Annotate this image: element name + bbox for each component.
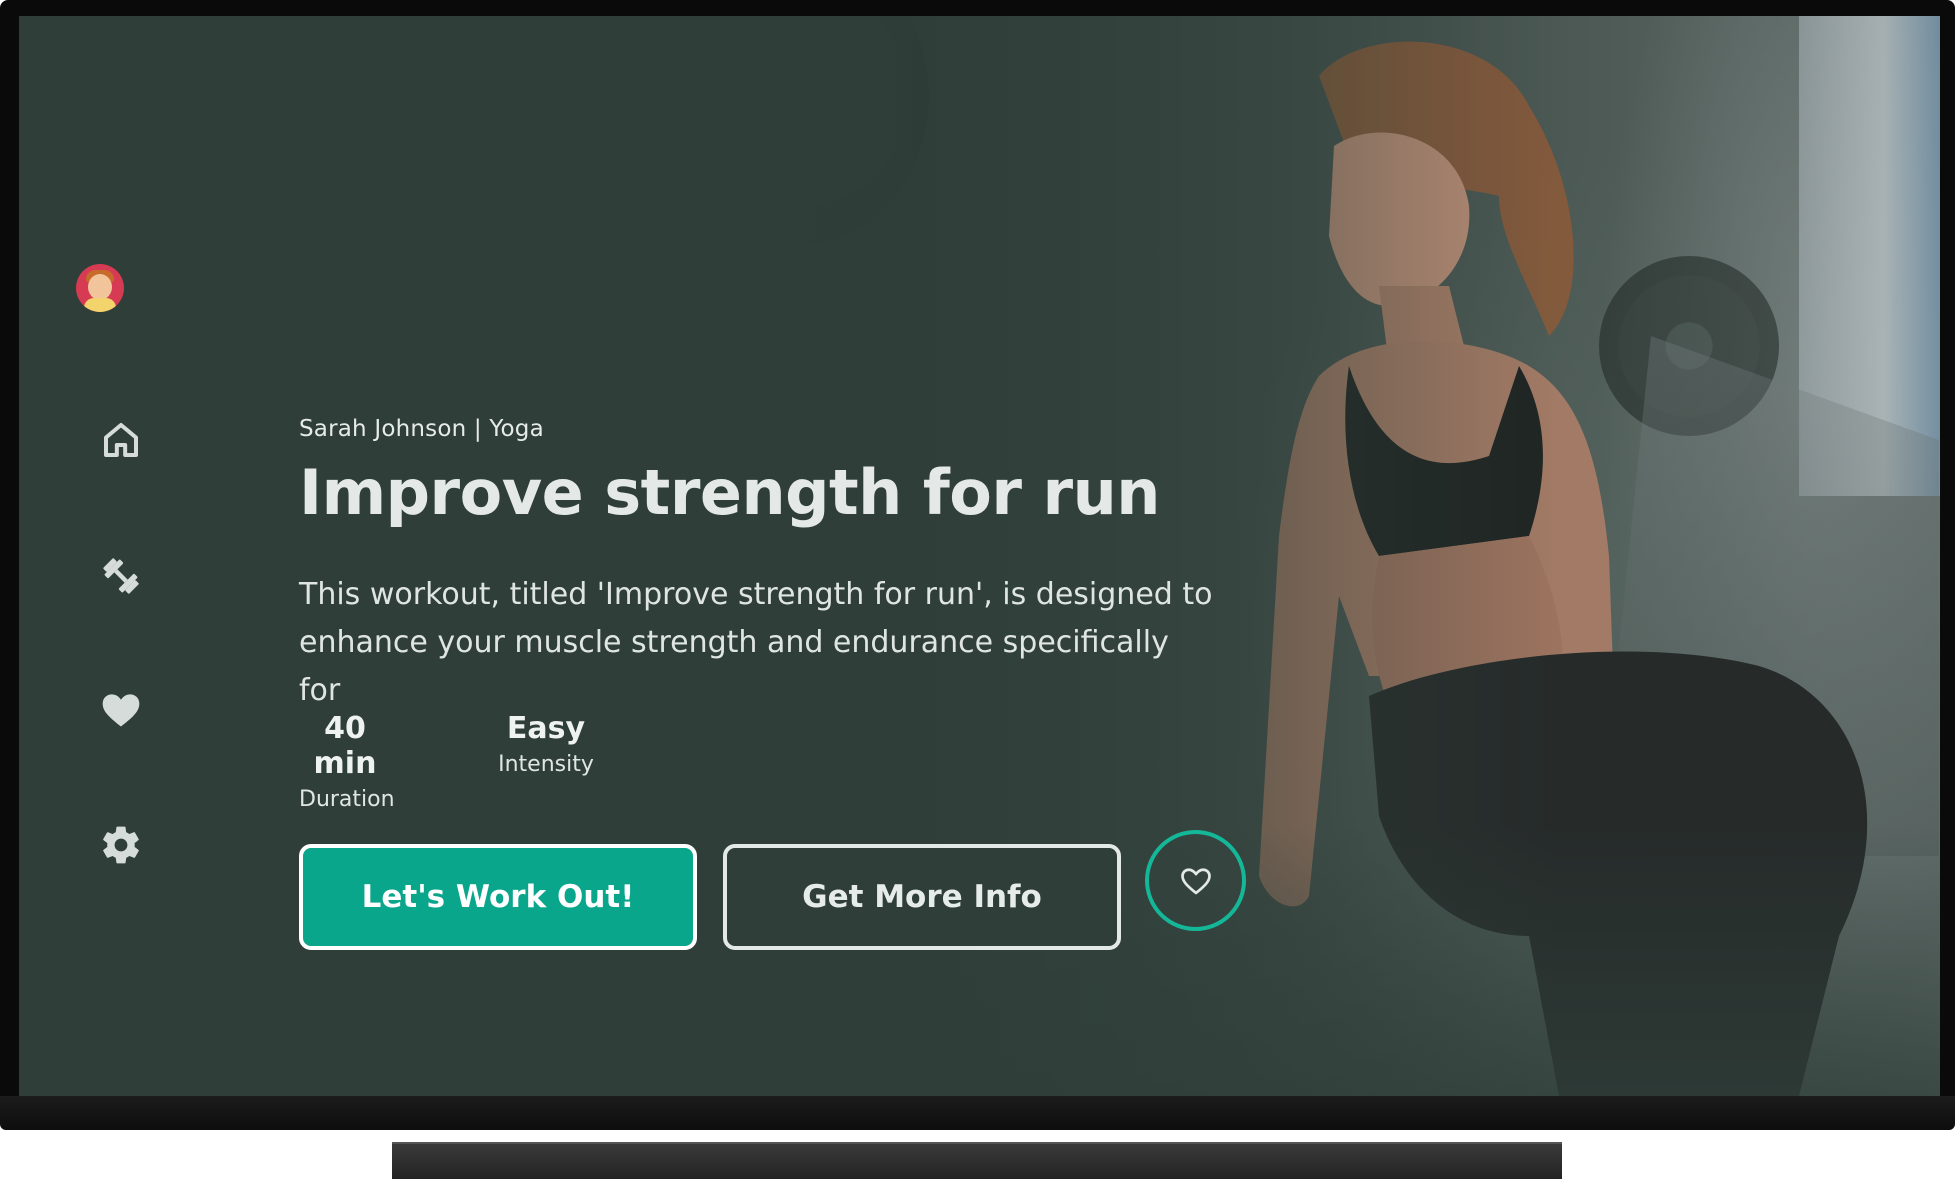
more-info-button[interactable]: Get More Info xyxy=(723,844,1121,950)
workout-description: This workout, titled 'Improve strength f… xyxy=(299,577,1213,708)
page-title: Improve strength for run xyxy=(299,456,1160,529)
favorite-button[interactable] xyxy=(1145,830,1246,931)
home-icon xyxy=(104,423,138,457)
sidebar-item-favorites[interactable] xyxy=(79,668,163,752)
stat-label: Intensity xyxy=(498,752,594,777)
avatar-shirt xyxy=(84,298,116,312)
stat-duration: 40 min Duration xyxy=(299,711,395,812)
heart-outline-icon xyxy=(1180,867,1211,894)
stat-value: Easy xyxy=(506,711,586,746)
stat-intensity: Easy Intensity xyxy=(496,711,596,777)
sidebar-item-home[interactable] xyxy=(79,398,163,482)
tv-screen: Sarah Johnson | Yoga Improve strength fo… xyxy=(19,16,1940,1096)
tv-chin xyxy=(0,1096,1955,1130)
heart-icon xyxy=(102,694,140,727)
sidebar-item-settings[interactable] xyxy=(79,803,163,887)
stat-value: 40 min xyxy=(313,711,377,781)
avatar-face xyxy=(88,274,112,300)
start-workout-button[interactable]: Let's Work Out! xyxy=(299,844,697,950)
sidebar-item-workouts[interactable] xyxy=(79,534,163,618)
user-avatar[interactable] xyxy=(76,264,124,312)
dumbbell-icon xyxy=(103,558,139,594)
stat-label: Duration xyxy=(299,787,395,812)
gear-icon xyxy=(103,826,139,864)
tv-stand xyxy=(392,1142,1562,1179)
workout-meta: Sarah Johnson | Yoga xyxy=(299,416,544,442)
